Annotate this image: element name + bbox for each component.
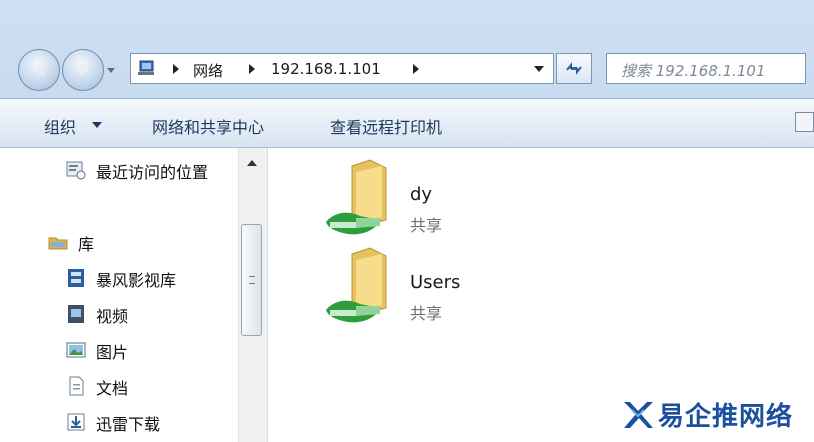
navigation-buttons [18, 46, 128, 92]
videos-icon [68, 305, 84, 323]
organize-button[interactable]: 组织 [44, 114, 76, 138]
explorer-window: 网络 192.168.1.101 搜索 192.168.1.101 组织 网络和… [0, 0, 814, 442]
breadcrumb-separator-icon[interactable] [249, 64, 255, 74]
share-type: 共享 [410, 304, 443, 323]
recent-places-icon [66, 161, 86, 180]
breadcrumb-separator-icon[interactable] [173, 64, 179, 74]
breadcrumb-network[interactable]: 网络 [193, 60, 223, 81]
grip-icon [249, 276, 255, 284]
recent-pages-dropdown-icon[interactable] [107, 68, 115, 73]
watermark-text: 易企推网络 [658, 402, 794, 432]
breadcrumb-host[interactable]: 192.168.1.101 [271, 60, 381, 78]
refresh-icon [566, 62, 582, 75]
command-bar: 组织 网络和共享中心 查看远程打印机 [0, 98, 814, 148]
share-name: Users [410, 272, 461, 293]
sidebar-item-label: 最近访问的位置 [96, 163, 209, 182]
downloads-icon [67, 413, 85, 431]
sidebar-item-label: 图片 [96, 343, 129, 362]
forward-arrow-icon [79, 63, 90, 77]
address-history-dropdown-icon[interactable] [534, 66, 544, 72]
libraries-icon [48, 237, 68, 250]
view-remote-printers-button[interactable]: 查看远程打印机 [330, 114, 442, 138]
scroll-up-arrow-icon[interactable] [247, 160, 257, 166]
change-view-icon[interactable] [795, 112, 814, 132]
sidebar-item-label: 库 [78, 235, 95, 254]
organize-dropdown-icon[interactable] [92, 122, 102, 128]
address-bar[interactable]: 网络 192.168.1.101 [130, 53, 554, 84]
back-button[interactable] [18, 49, 60, 91]
refresh-button[interactable] [556, 53, 592, 84]
navigation-pane-scrollbar[interactable] [238, 148, 265, 442]
sidebar-item-label: 视频 [96, 307, 129, 326]
shared-folder-icon [326, 159, 387, 235]
watermark-logo-icon [624, 402, 653, 428]
share-type: 共享 [410, 216, 443, 235]
search-placeholder: 搜索 192.168.1.101 [621, 62, 766, 80]
network-computer-icon [138, 60, 154, 75]
shared-folder-item[interactable]: dy 共享 [298, 158, 598, 238]
forward-button[interactable] [62, 49, 104, 91]
pictures-icon [66, 342, 86, 358]
watermark: 易企推网络 [622, 396, 812, 436]
documents-icon [69, 376, 84, 396]
sidebar-item-label: 迅雷下载 [96, 415, 161, 434]
sidebar-item-label: 文档 [96, 379, 129, 398]
breadcrumb-separator-icon[interactable] [413, 64, 419, 74]
shared-folder-item[interactable]: Users 共享 [298, 246, 598, 326]
navigation-pane: 最近访问的位置 库 暴风影视库 视频 图片 文档 迅雷下载 [0, 148, 268, 442]
share-name: dy [410, 184, 433, 205]
network-sharing-center-button[interactable]: 网络和共享中心 [152, 114, 264, 138]
shared-folder-icon [326, 247, 387, 323]
video-library-icon [68, 269, 84, 287]
search-box[interactable]: 搜索 192.168.1.101 [606, 53, 806, 84]
scrollbar-thumb[interactable] [241, 224, 262, 336]
back-arrow-icon [33, 63, 44, 77]
sidebar-item-label: 暴风影视库 [96, 271, 177, 290]
navigation-area: 网络 192.168.1.101 搜索 192.168.1.101 [0, 0, 814, 98]
